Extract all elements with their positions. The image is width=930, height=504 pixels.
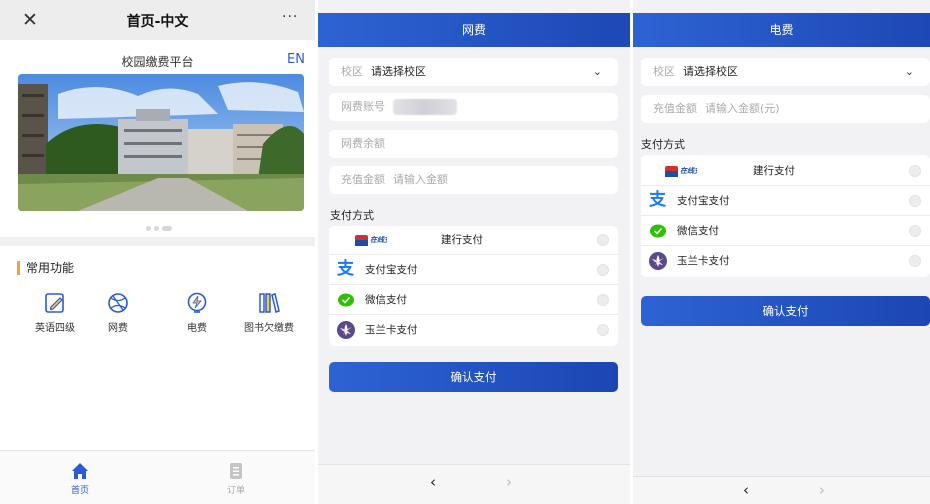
payment-alipay[interactable]: 支 支付宝支付 [329,256,618,285]
alipay-label: 支付宝支付 [677,195,730,207]
campus-label: 校区 [341,65,363,78]
alipay-icon: 支 [337,259,354,279]
recharge-amount-field[interactable]: 充值金额 请输入金额 [329,166,618,194]
browser-nav-bar: ‹ › [633,476,930,504]
wechat-label: 微信支付 [677,225,719,237]
lightning-icon [187,292,207,313]
electricity-fee-header: 电费 [633,13,930,47]
payment-method-label: 支付方式 [641,138,685,151]
electricity-fee-label: 电费 [187,323,207,334]
alipay-label: 支付宝支付 [365,264,418,276]
campus-select[interactable]: 校区 请选择校区 ⌄ [641,58,930,86]
amount-input[interactable]: 请输入金额 [393,173,448,186]
radio-alipay[interactable] [597,264,609,276]
yulan-flower-icon [337,321,355,339]
tab-home[interactable]: 首页 [60,461,100,496]
payment-method-list: 在线支付 建行支付 支 支付宝支付 微信支付 玉兰卡支付 [329,226,618,346]
radio-ccb[interactable] [597,234,609,246]
network-balance-label: 网费余额 [341,137,385,150]
radio-wechat[interactable] [909,225,921,237]
globe-icon [108,293,128,313]
tab-orders[interactable]: 订单 [216,461,256,496]
blurred-account-value [393,99,457,115]
campus-select[interactable]: 校区 请选择校区 ⌄ [329,58,618,86]
campus-value: 请选择校区 [371,65,426,78]
tab-orders-label: 订单 [226,486,245,496]
language-toggle[interactable]: EN [287,52,305,67]
platform-subtitle: 校园缴费平台 [121,55,194,69]
yulan-flower-icon [649,252,667,270]
home-icon [72,463,88,479]
chevron-down-icon: ⌄ [592,65,602,78]
ccb-pay-label: 建行支付 [441,234,483,246]
wechat-label: 微信支付 [365,294,407,306]
library-fee-label: 图书欠缴费 [244,323,294,334]
screenshot: ✕ 首页-中文 ··· 校园缴费平台 EN 常用功能 英语四级 网费 电费 图书… [0,0,930,504]
payment-wechat[interactable]: 微信支付 [641,217,930,246]
back-button[interactable]: ‹ [743,481,749,499]
campus-banner-image[interactable] [18,74,304,211]
recharge-amount-field[interactable]: 充值金额 请输入金额(元) [641,95,930,123]
divider [0,237,315,246]
radio-ccb[interactable] [909,165,921,177]
radio-yulan[interactable] [909,255,921,267]
payment-ccb[interactable]: 在线支付 建行支付 [329,226,618,255]
wechat-pay-icon [650,224,666,238]
radio-wechat[interactable] [597,294,609,306]
order-icon [230,463,242,479]
tab-home-label: 首页 [70,486,89,496]
confirm-payment-button[interactable]: 确认支付 [641,296,930,326]
back-button[interactable]: ‹ [430,473,436,491]
radio-yulan[interactable] [597,324,609,336]
amount-label: 充值金额 [341,173,385,186]
ccb-online-pay-icon: 在线支付 [665,166,697,177]
ccb-pay-label: 建行支付 [753,165,795,177]
alipay-icon: 支 [649,190,666,210]
yulan-card-label: 玉兰卡支付 [677,255,730,267]
library-fee-function[interactable]: 图书欠缴费 [234,291,304,334]
amount-label: 充值金额 [653,102,697,115]
payment-method-list: 在线支付 建行支付 支 支付宝支付 微信支付 玉兰卡支付 [641,155,930,277]
bottom-tab-bar: 首页 订单 [0,450,315,504]
payment-yulan-card[interactable]: 玉兰卡支付 [641,247,930,276]
svg-text:在线支付: 在线支付 [680,166,697,175]
network-fee-header: 网费 [318,13,630,47]
wechat-pay-icon [338,293,354,307]
payment-method-label: 支付方式 [330,209,374,222]
more-button[interactable]: ··· [282,9,298,25]
cet4-function[interactable]: 英语四级 [25,291,85,334]
payment-alipay[interactable]: 支 支付宝支付 [641,187,930,216]
campus-value: 请选择校区 [683,65,738,78]
svg-text:在线支付: 在线支付 [370,235,387,244]
radio-alipay[interactable] [909,195,921,207]
forward-button[interactable]: › [819,481,825,499]
ccb-online-pay-icon: 在线支付 [355,235,387,246]
pencil-note-icon [45,293,64,313]
yulan-card-label: 玉兰卡支付 [365,324,418,336]
home-title: 首页-中文 [126,14,189,30]
home-top-bar: ✕ 首页-中文 ··· [0,0,315,40]
network-balance-field: 网费余额 [329,130,618,158]
payment-ccb[interactable]: 在线支付 建行支付 [641,157,930,186]
books-icon [259,293,280,313]
forward-button[interactable]: › [506,473,512,491]
payment-wechat[interactable]: 微信支付 [329,286,618,315]
amount-input[interactable]: 请输入金额(元) [705,102,780,115]
campus-label: 校区 [653,65,675,78]
payment-yulan-card[interactable]: 玉兰卡支付 [329,316,618,345]
confirm-payment-button[interactable]: 确认支付 [329,362,618,392]
network-account-field[interactable]: 网费账号 [329,93,618,121]
carousel-indicator[interactable] [146,216,186,231]
cet4-label: 英语四级 [35,323,75,334]
electricity-fee-screen: 电费 校区请选择校区 ⌄ 充值金额请输入金额(元) 支付方式 在线支付 建行支付… [633,0,930,504]
browser-nav-bar: ‹ › [318,464,630,504]
network-fee-label: 网费 [108,323,128,334]
network-account-label: 网费账号 [341,100,385,113]
home-screen: ✕ 首页-中文 ··· 校园缴费平台 EN 常用功能 英语四级 网费 电费 图书… [0,0,315,504]
section-title: 常用功能 [17,261,74,275]
chevron-down-icon: ⌄ [904,65,914,78]
network-fee-screen: 网费 校区 请选择校区 ⌄ 网费账号 网费余额 充值金额 请输入金额 支付方式 在线… [318,0,630,504]
network-fee-function[interactable]: 网费 [88,291,148,334]
electricity-fee-function[interactable]: 电费 [167,291,227,334]
